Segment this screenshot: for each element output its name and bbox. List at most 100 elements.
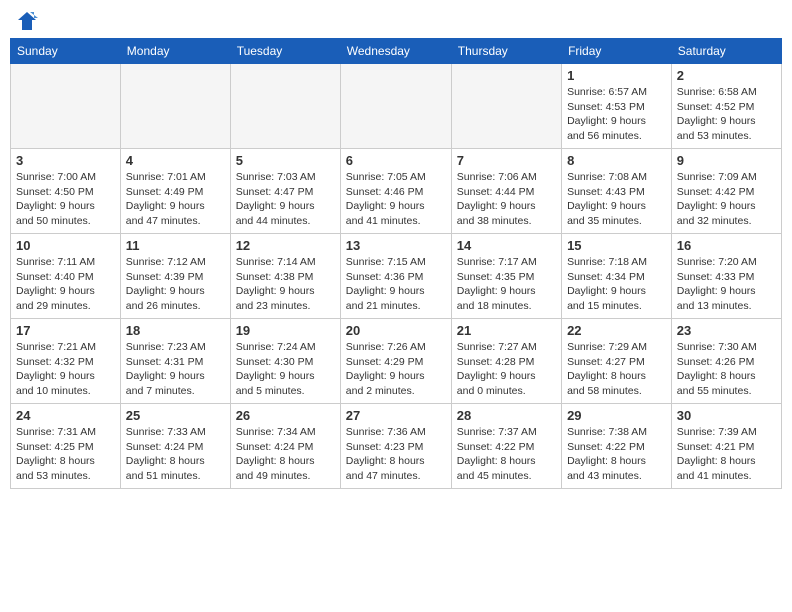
week-row-2: 3 Sunrise: 7:00 AM Sunset: 4:50 PM Daylig… (11, 149, 782, 234)
day-header-sunday: Sunday (11, 39, 121, 64)
day-info: Sunrise: 7:38 AM Sunset: 4:22 PM Dayligh… (567, 425, 666, 484)
logo-icon (16, 10, 38, 32)
day-info: Sunrise: 7:15 AM Sunset: 4:36 PM Dayligh… (346, 255, 446, 314)
calendar-cell (11, 64, 121, 149)
calendar-cell: 10Sunrise: 7:11 AM Sunset: 4:40 PM Dayli… (11, 234, 121, 319)
day-info: Sunrise: 7:05 AM Sunset: 4:46 PM Dayligh… (346, 170, 446, 229)
day-header-wednesday: Wednesday (340, 39, 451, 64)
calendar-cell: 23 Sunrise: 7:30 AM Sunset: 4:26 PM Dayli… (671, 319, 781, 404)
calendar-cell: 1 Sunrise: 6:57 AM Sunset: 4:53 PM Daylig… (562, 64, 672, 149)
day-number: 25 (126, 408, 225, 423)
header (10, 10, 782, 32)
day-number: 4 (126, 153, 225, 168)
calendar-cell (451, 64, 561, 149)
calendar-header-row: SundayMondayTuesdayWednesdayThursdayFrid… (11, 39, 782, 64)
day-info: Sunrise: 7:30 AM Sunset: 4:26 PM Dayligh… (677, 340, 776, 399)
day-number: 3 (16, 153, 115, 168)
day-header-friday: Friday (562, 39, 672, 64)
calendar-cell: 6Sunrise: 7:05 AM Sunset: 4:46 PM Daylig… (340, 149, 451, 234)
calendar-cell: 26 Sunrise: 7:34 AM Sunset: 4:24 PM Dayli… (230, 404, 340, 489)
calendar-cell: 12 Sunrise: 7:14 AM Sunset: 4:38 PM Dayli… (230, 234, 340, 319)
day-number: 26 (236, 408, 335, 423)
week-row-1: 1 Sunrise: 6:57 AM Sunset: 4:53 PM Daylig… (11, 64, 782, 149)
calendar-cell: 2 Sunrise: 6:58 AM Sunset: 4:52 PM Daylig… (671, 64, 781, 149)
calendar-cell: 3 Sunrise: 7:00 AM Sunset: 4:50 PM Daylig… (11, 149, 121, 234)
calendar-cell: 22 Sunrise: 7:29 AM Sunset: 4:27 PM Dayli… (562, 319, 672, 404)
calendar-cell: 29 Sunrise: 7:38 AM Sunset: 4:22 PM Dayli… (562, 404, 672, 489)
day-info: Sunrise: 6:58 AM Sunset: 4:52 PM Dayligh… (677, 85, 776, 144)
day-info: Sunrise: 7:23 AM Sunset: 4:31 PM Dayligh… (126, 340, 225, 399)
day-number: 21 (457, 323, 556, 338)
calendar-cell: 5Sunrise: 7:03 AM Sunset: 4:47 PM Daylig… (230, 149, 340, 234)
calendar-cell (120, 64, 230, 149)
calendar-cell: 7Sunrise: 7:06 AM Sunset: 4:44 PM Daylig… (451, 149, 561, 234)
day-info: Sunrise: 7:12 AM Sunset: 4:39 PM Dayligh… (126, 255, 225, 314)
day-header-saturday: Saturday (671, 39, 781, 64)
calendar-cell: 24Sunrise: 7:31 AM Sunset: 4:25 PM Dayli… (11, 404, 121, 489)
logo-text (14, 10, 38, 32)
calendar-cell: 4 Sunrise: 7:01 AM Sunset: 4:49 PM Daylig… (120, 149, 230, 234)
day-number: 29 (567, 408, 666, 423)
day-info: Sunrise: 7:21 AM Sunset: 4:32 PM Dayligh… (16, 340, 115, 399)
logo (14, 10, 38, 32)
day-info: Sunrise: 7:11 AM Sunset: 4:40 PM Dayligh… (16, 255, 115, 314)
calendar: SundayMondayTuesdayWednesdayThursdayFrid… (10, 38, 782, 489)
day-info: Sunrise: 7:24 AM Sunset: 4:30 PM Dayligh… (236, 340, 335, 399)
day-number: 19 (236, 323, 335, 338)
calendar-cell: 9 Sunrise: 7:09 AM Sunset: 4:42 PM Daylig… (671, 149, 781, 234)
day-info: Sunrise: 7:39 AM Sunset: 4:21 PM Dayligh… (677, 425, 776, 484)
day-number: 20 (346, 323, 446, 338)
day-info: Sunrise: 7:01 AM Sunset: 4:49 PM Dayligh… (126, 170, 225, 229)
day-info: Sunrise: 6:57 AM Sunset: 4:53 PM Dayligh… (567, 85, 666, 144)
day-info: Sunrise: 7:18 AM Sunset: 4:34 PM Dayligh… (567, 255, 666, 314)
day-info: Sunrise: 7:20 AM Sunset: 4:33 PM Dayligh… (677, 255, 776, 314)
calendar-cell: 28 Sunrise: 7:37 AM Sunset: 4:22 PM Dayli… (451, 404, 561, 489)
day-info: Sunrise: 7:09 AM Sunset: 4:42 PM Dayligh… (677, 170, 776, 229)
calendar-cell: 16 Sunrise: 7:20 AM Sunset: 4:33 PM Dayli… (671, 234, 781, 319)
day-info: Sunrise: 7:37 AM Sunset: 4:22 PM Dayligh… (457, 425, 556, 484)
day-number: 15 (567, 238, 666, 253)
day-info: Sunrise: 7:27 AM Sunset: 4:28 PM Dayligh… (457, 340, 556, 399)
day-info: Sunrise: 7:33 AM Sunset: 4:24 PM Dayligh… (126, 425, 225, 484)
day-info: Sunrise: 7:06 AM Sunset: 4:44 PM Dayligh… (457, 170, 556, 229)
calendar-cell: 8Sunrise: 7:08 AM Sunset: 4:43 PM Daylig… (562, 149, 672, 234)
day-number: 23 (677, 323, 776, 338)
day-number: 8 (567, 153, 666, 168)
day-number: 27 (346, 408, 446, 423)
day-number: 13 (346, 238, 446, 253)
calendar-cell: 30 Sunrise: 7:39 AM Sunset: 4:21 PM Dayli… (671, 404, 781, 489)
day-number: 1 (567, 68, 666, 83)
day-number: 12 (236, 238, 335, 253)
calendar-cell: 19 Sunrise: 7:24 AM Sunset: 4:30 PM Dayli… (230, 319, 340, 404)
calendar-cell: 17Sunrise: 7:21 AM Sunset: 4:32 PM Dayli… (11, 319, 121, 404)
day-info: Sunrise: 7:29 AM Sunset: 4:27 PM Dayligh… (567, 340, 666, 399)
day-number: 18 (126, 323, 225, 338)
calendar-cell: 18 Sunrise: 7:23 AM Sunset: 4:31 PM Dayli… (120, 319, 230, 404)
day-number: 16 (677, 238, 776, 253)
day-info: Sunrise: 7:03 AM Sunset: 4:47 PM Dayligh… (236, 170, 335, 229)
day-header-monday: Monday (120, 39, 230, 64)
day-info: Sunrise: 7:00 AM Sunset: 4:50 PM Dayligh… (16, 170, 115, 229)
page: SundayMondayTuesdayWednesdayThursdayFrid… (0, 0, 792, 612)
calendar-cell: 13 Sunrise: 7:15 AM Sunset: 4:36 PM Dayli… (340, 234, 451, 319)
calendar-cell: 27 Sunrise: 7:36 AM Sunset: 4:23 PM Dayli… (340, 404, 451, 489)
calendar-cell: 15 Sunrise: 7:18 AM Sunset: 4:34 PM Dayli… (562, 234, 672, 319)
day-info: Sunrise: 7:34 AM Sunset: 4:24 PM Dayligh… (236, 425, 335, 484)
calendar-cell: 25 Sunrise: 7:33 AM Sunset: 4:24 PM Dayli… (120, 404, 230, 489)
calendar-cell (340, 64, 451, 149)
week-row-3: 10Sunrise: 7:11 AM Sunset: 4:40 PM Dayli… (11, 234, 782, 319)
day-number: 14 (457, 238, 556, 253)
day-info: Sunrise: 7:14 AM Sunset: 4:38 PM Dayligh… (236, 255, 335, 314)
day-number: 9 (677, 153, 776, 168)
calendar-cell: 20 Sunrise: 7:26 AM Sunset: 4:29 PM Dayli… (340, 319, 451, 404)
day-number: 11 (126, 238, 225, 253)
day-info: Sunrise: 7:36 AM Sunset: 4:23 PM Dayligh… (346, 425, 446, 484)
day-number: 28 (457, 408, 556, 423)
day-number: 30 (677, 408, 776, 423)
week-row-5: 24Sunrise: 7:31 AM Sunset: 4:25 PM Dayli… (11, 404, 782, 489)
day-number: 2 (677, 68, 776, 83)
day-number: 24 (16, 408, 115, 423)
day-info: Sunrise: 7:26 AM Sunset: 4:29 PM Dayligh… (346, 340, 446, 399)
week-row-4: 17Sunrise: 7:21 AM Sunset: 4:32 PM Dayli… (11, 319, 782, 404)
day-number: 22 (567, 323, 666, 338)
